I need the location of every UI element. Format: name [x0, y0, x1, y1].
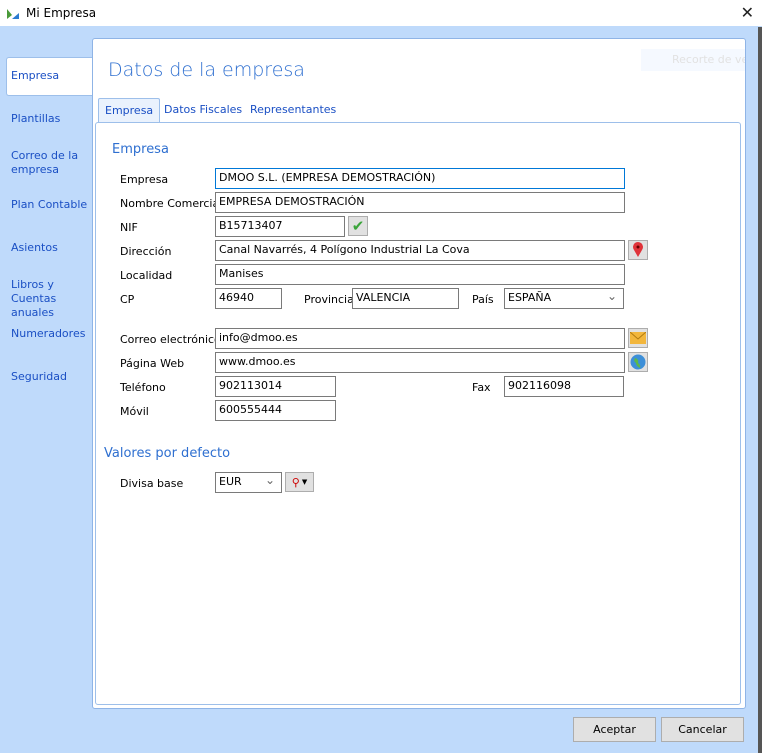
sidebar-item-correo[interactable]: Correo de la empresa — [11, 149, 89, 177]
tab-empresa[interactable]: Empresa — [98, 98, 161, 122]
sidebar-item-seguridad[interactable]: Seguridad — [11, 370, 67, 384]
cp-label: CP — [120, 293, 135, 306]
pais-select[interactable]: ESPAÑA — [504, 288, 624, 309]
send-email-button[interactable] — [628, 328, 648, 348]
sidebar-item-empresa[interactable]: Empresa — [11, 69, 59, 83]
sidebar-item-numeradores[interactable]: Numeradores — [11, 327, 85, 341]
empresa-input[interactable]: DMOO S.L. (EMPRESA DEMOSTRACIÓN) — [215, 168, 625, 189]
sidebar-item-plan-contable[interactable]: Plan Contable — [11, 198, 87, 212]
divisa-search-button[interactable]: ⚲ ▼ — [285, 472, 314, 492]
map-pin-icon — [633, 242, 643, 257]
window-border — [758, 27, 762, 753]
localidad-input[interactable]: Manises — [215, 264, 625, 285]
nombre-comercial-label: Nombre Comercial — [120, 197, 223, 210]
app-logo-icon — [7, 9, 19, 19]
dropdown-arrow-icon: ▼ — [301, 478, 308, 486]
search-icon: ⚲ — [291, 475, 300, 489]
provincia-input[interactable]: VALENCIA — [352, 288, 459, 309]
web-input[interactable]: www.dmoo.es — [215, 352, 625, 373]
nombre-comercial-input[interactable]: EMPRESA DEMOSTRACIÓN — [215, 192, 625, 213]
correo-label: Correo electrónico — [120, 333, 221, 346]
web-label: Página Web — [120, 357, 185, 370]
cp-input[interactable]: 46940 — [215, 288, 282, 309]
telefono-label: Teléfono — [120, 381, 166, 394]
fax-input[interactable]: 902116098 — [504, 376, 624, 397]
section-valores-defecto: Valores por defecto — [104, 446, 231, 461]
accept-button[interactable]: Aceptar — [573, 717, 656, 742]
window-title: Mi Empresa — [26, 6, 97, 20]
localidad-label: Localidad — [120, 269, 173, 282]
pais-label: País — [472, 293, 494, 306]
divisa-select[interactable]: EUR — [215, 472, 282, 493]
nif-input[interactable]: B15713407 — [215, 216, 345, 237]
provincia-label: Provincia — [304, 293, 354, 306]
direccion-label: Dirección — [120, 245, 172, 258]
tab-representantes[interactable]: Representantes — [244, 98, 342, 122]
fax-label: Fax — [472, 381, 491, 394]
sidebar — [0, 27, 92, 707]
envelope-icon — [630, 332, 646, 344]
close-icon[interactable]: ✕ — [741, 3, 754, 22]
correo-input[interactable]: info@dmoo.es — [215, 328, 625, 349]
window-snip-overlay: Recorte de ventana — [641, 49, 745, 71]
empresa-label: Empresa — [120, 173, 169, 186]
validate-nif-button[interactable]: ✔ — [348, 216, 368, 236]
title-bar: Mi Empresa ✕ — [0, 0, 762, 27]
globe-icon — [630, 354, 646, 370]
map-button[interactable] — [628, 240, 648, 260]
divisa-label: Divisa base — [120, 477, 184, 490]
sidebar-item-libros[interactable]: Libros y Cuentas anuales — [11, 278, 93, 320]
movil-label: Móvil — [120, 405, 149, 418]
movil-input[interactable]: 600555444 — [215, 400, 336, 421]
checkmark-icon: ✔ — [351, 217, 365, 235]
tab-datos-fiscales[interactable]: Datos Fiscales — [158, 98, 248, 122]
page-title: Datos de la empresa — [108, 59, 305, 81]
telefono-input[interactable]: 902113014 — [215, 376, 336, 397]
sidebar-item-plantillas[interactable]: Plantillas — [11, 112, 60, 126]
nif-label: NIF — [120, 221, 138, 234]
direccion-input[interactable]: Canal Navarrés, 4 Polígono Industrial La… — [215, 240, 625, 261]
open-web-button[interactable] — [628, 352, 648, 372]
sidebar-item-asientos[interactable]: Asientos — [11, 241, 58, 255]
section-empresa: Empresa — [112, 142, 169, 157]
cancel-button[interactable]: Cancelar — [661, 717, 744, 742]
